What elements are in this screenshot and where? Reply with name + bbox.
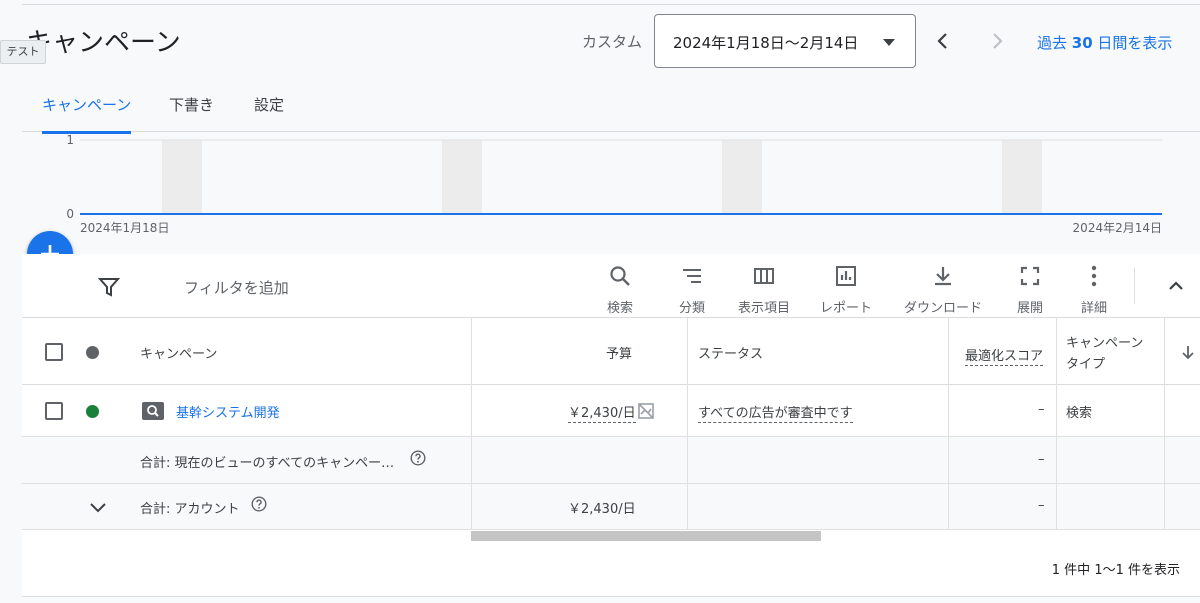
campaign-table-card: フィルタを追加 検索 分類 表示項目 レポート ダウンロード 展開 詳細 キャン…	[22, 254, 1200, 597]
sort-down-arrow-icon[interactable]	[1180, 344, 1196, 360]
past-link-days: 30	[1071, 34, 1093, 52]
date-range-type-label: カスタム	[582, 33, 643, 51]
more-tool-label: 詳細	[1080, 301, 1107, 316]
total-view-optimization-score: –	[1038, 452, 1045, 467]
campaign-name-link[interactable]: 基幹システム開発	[176, 402, 280, 421]
row-select-checkbox[interactable]	[45, 402, 63, 420]
date-range-value: 2024年1月18日〜2月14日	[673, 34, 859, 52]
download-tool-button[interactable]: ダウンロード	[898, 264, 988, 316]
expand-tool-label: 展開	[1016, 301, 1043, 316]
download-icon	[935, 267, 951, 286]
status-header-dot	[86, 346, 99, 359]
performance-chart: 1 0 2024年1月18日 2024年2月14日	[66, 133, 1162, 235]
horizontal-scrollbar[interactable]	[471, 531, 821, 541]
report-icon	[836, 266, 856, 286]
y-tick-label: 1	[66, 133, 74, 147]
help-icon[interactable]	[410, 450, 426, 466]
weekend-band	[722, 140, 762, 214]
date-range-select[interactable]: 2024年1月18日〜2月14日	[654, 14, 916, 68]
tab-campaigns[interactable]: キャンペーン	[42, 94, 132, 134]
y-tick-label: 0	[66, 207, 74, 221]
total-account-optimization-score: –	[1038, 498, 1045, 513]
campaign-type-column-header-line1[interactable]: キャンペーン	[1066, 332, 1143, 351]
chevron-left-icon	[937, 33, 947, 49]
page-title: キャンペーン	[26, 28, 181, 58]
campaign-budget[interactable]: ￥2,430/日	[568, 402, 636, 423]
segment-tool-label: 分類	[678, 301, 705, 316]
show-past-30-days-link[interactable]: 過去 30 日間を表示	[1037, 32, 1172, 53]
table-header-row: キャンペーン 予算 ステータス 最適化スコア キャンペーン タイプ	[22, 318, 1200, 385]
columns-tool-label: 表示項目	[737, 301, 790, 316]
column-divider	[1056, 318, 1057, 530]
x-end-label: 2024年2月14日	[1073, 221, 1162, 235]
pagination-count: 1 件中 1〜1 件を表示	[1051, 563, 1180, 578]
download-tool-label: ダウンロード	[903, 301, 982, 316]
search-campaign-icon	[142, 402, 164, 420]
top-divider	[22, 4, 1200, 5]
expand-tool-button[interactable]: 展開	[1010, 264, 1050, 316]
table-row: 基幹システム開発 ￥2,430/日 すべての広告が審査中です – 検索	[22, 385, 1200, 437]
weekend-band	[442, 140, 482, 214]
column-divider	[471, 318, 472, 530]
campaign-status-text[interactable]: すべての広告が審査中です	[698, 402, 853, 423]
add-filter-field[interactable]: フィルタを追加	[184, 277, 289, 298]
budget-column-header[interactable]: 予算	[606, 343, 632, 362]
toolbar-divider	[1134, 268, 1135, 304]
report-tool-label: レポート	[819, 301, 872, 316]
columns-icon	[754, 268, 774, 284]
previous-period-button[interactable]	[928, 26, 958, 56]
segment-tool-button[interactable]: 分類	[672, 264, 712, 316]
search-tool-label: 検索	[606, 301, 633, 316]
past-link-suffix: 日間を表示	[1092, 34, 1173, 52]
budget-chart-off-icon	[638, 403, 654, 419]
columns-tool-button[interactable]: 表示項目	[734, 264, 794, 316]
optimization-score-column-header[interactable]: 最適化スコア	[965, 345, 1044, 366]
select-all-checkbox[interactable]	[45, 343, 63, 361]
total-account-row: 合計: アカウント ￥2,430/日 –	[22, 484, 1200, 530]
fullscreen-icon	[1020, 266, 1040, 286]
campaign-optimization-score: –	[1038, 402, 1045, 417]
tab-settings[interactable]: 設定	[254, 94, 284, 131]
campaign-column-header[interactable]: キャンペーン	[140, 343, 217, 362]
total-current-view-row: 合計: 現在のビューのすべてのキャンペー… –	[22, 437, 1200, 484]
search-icon	[610, 266, 630, 286]
search-tool-button[interactable]: 検索	[600, 264, 640, 316]
x-start-label: 2024年1月18日	[80, 221, 169, 235]
test-environment-badge: テスト	[0, 40, 46, 64]
weekend-band	[1002, 140, 1042, 214]
total-account-label: 合計: アカウント	[140, 502, 240, 517]
chevron-down-icon[interactable]	[88, 497, 108, 517]
segment-icon	[683, 269, 701, 283]
dropdown-caret-icon	[883, 39, 895, 46]
chevron-right-icon	[993, 33, 1003, 49]
help-icon[interactable]	[251, 496, 267, 512]
more-tool-button[interactable]: 詳細	[1074, 264, 1114, 316]
column-divider	[1164, 318, 1165, 530]
more-vert-icon	[1091, 265, 1097, 287]
tab-bar: キャンペーン 下書き 設定	[22, 80, 1200, 134]
table-toolbar: フィルタを追加 検索 分類 表示項目 レポート ダウンロード 展開 詳細	[22, 254, 1200, 318]
past-link-prefix: 過去	[1037, 34, 1072, 52]
campaign-status-dot[interactable]	[86, 405, 99, 418]
column-divider	[687, 318, 688, 530]
weekend-band	[162, 140, 202, 214]
filter-icon[interactable]	[98, 276, 120, 298]
status-column-header[interactable]: ステータス	[698, 343, 763, 362]
campaign-type-column-header-line2[interactable]: タイプ	[1066, 353, 1105, 372]
chevron-up-icon[interactable]	[1164, 274, 1188, 298]
total-account-budget: ￥2,430/日	[568, 502, 636, 517]
tab-drafts[interactable]: 下書き	[169, 94, 214, 131]
column-divider	[948, 318, 949, 530]
campaign-type: 検索	[1066, 406, 1093, 421]
total-current-view-label: 合計: 現在のビューのすべてのキャンペー…	[140, 456, 395, 471]
report-tool-button[interactable]: レポート	[816, 264, 876, 316]
next-period-button[interactable]	[982, 26, 1012, 56]
